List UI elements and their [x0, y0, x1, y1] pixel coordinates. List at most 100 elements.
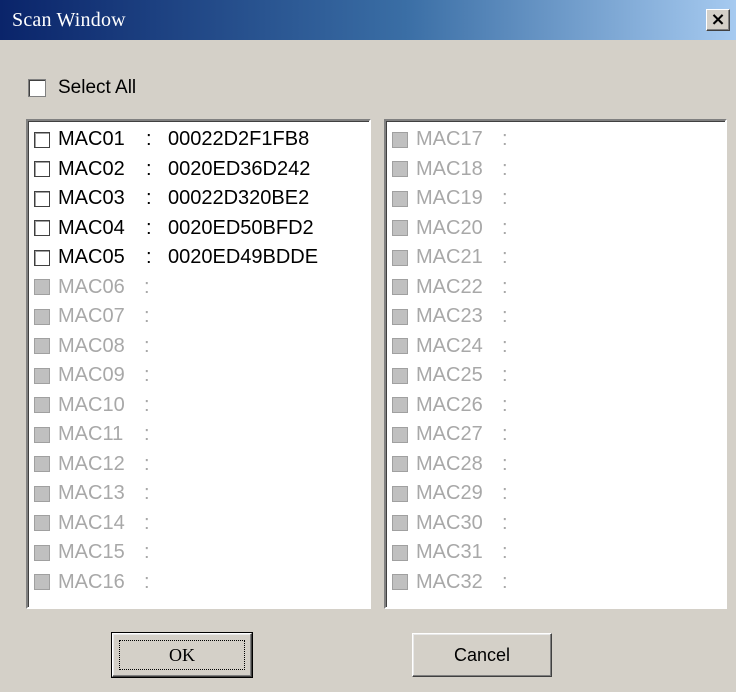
mac-checkbox[interactable] — [34, 161, 50, 178]
mac-separator: : — [502, 334, 508, 357]
mac-list-item: MAC30: — [392, 509, 721, 539]
mac-label: MAC10 — [58, 393, 125, 416]
mac-label: MAC23 — [416, 305, 483, 328]
mac-list-item[interactable]: MAC03:00022D320BE2 — [34, 184, 365, 214]
mac-separator: : — [502, 541, 508, 564]
mac-label: MAC03 — [58, 187, 125, 210]
mac-address-value: 0020ED36D242 — [168, 157, 311, 180]
mac-list-item: MAC08: — [34, 332, 365, 362]
mac-list-item: MAC23: — [392, 302, 721, 332]
select-all-label: Select All — [58, 77, 137, 98]
mac-list-item: MAC27: — [392, 420, 721, 450]
mac-list-item[interactable]: MAC02:0020ED36D242 — [34, 155, 365, 185]
mac-checkbox[interactable] — [34, 220, 50, 237]
mac-label: MAC21 — [416, 246, 483, 269]
mac-separator: : — [502, 216, 508, 239]
mac-separator: : — [144, 511, 150, 534]
mac-checkbox — [392, 456, 408, 473]
cancel-button[interactable]: Cancel — [412, 633, 552, 677]
close-icon: × — [710, 9, 726, 30]
mac-list-item: MAC14: — [34, 509, 365, 539]
mac-separator: : — [502, 423, 508, 446]
mac-checkbox[interactable] — [34, 190, 50, 207]
mac-checkbox — [392, 220, 408, 237]
mac-checkbox — [34, 308, 50, 325]
mac-label: MAC26 — [416, 393, 483, 416]
mac-checkbox — [34, 367, 50, 384]
mac-list-item: MAC32: — [392, 568, 721, 598]
mac-list-item: MAC21: — [392, 243, 721, 273]
mac-checkbox — [34, 279, 50, 296]
mac-list-item: MAC07: — [34, 302, 365, 332]
mac-checkbox — [392, 367, 408, 384]
mac-separator: : — [502, 482, 508, 505]
mac-list-item: MAC31: — [392, 538, 721, 568]
mac-list-item: MAC18: — [392, 155, 721, 185]
mac-list-right[interactable]: MAC17: MAC18: MAC19: MAC20: MAC21: MAC22: MAC2… — [384, 119, 727, 609]
mac-label: MAC24 — [416, 334, 483, 357]
mac-separator: : — [146, 216, 152, 239]
mac-checkbox — [392, 426, 408, 443]
mac-checkbox[interactable] — [34, 131, 50, 148]
mac-separator: : — [144, 541, 150, 564]
window-title: Scan Window — [12, 9, 126, 31]
mac-label: MAC01 — [58, 128, 125, 151]
mac-checkbox — [34, 338, 50, 355]
mac-checkbox — [392, 338, 408, 355]
mac-label: MAC30 — [416, 511, 483, 534]
mac-list-item: MAC16: — [34, 568, 365, 598]
mac-checkbox — [34, 397, 50, 414]
mac-label: MAC17 — [416, 128, 483, 151]
mac-checkbox — [392, 308, 408, 325]
focus-rectangle — [119, 640, 245, 670]
mac-list-item[interactable]: MAC05:0020ED49BDDE — [34, 243, 365, 273]
mac-separator: : — [502, 364, 508, 387]
mac-address-value: 0020ED50BFD2 — [168, 216, 314, 239]
mac-label: MAC27 — [416, 423, 483, 446]
mac-checkbox — [392, 131, 408, 148]
mac-list-left[interactable]: MAC01:00022D2F1FB8 MAC02:0020ED36D242 MAC0… — [26, 119, 371, 609]
mac-list-left-rows: MAC01:00022D2F1FB8 MAC02:0020ED36D242 MAC0… — [34, 125, 365, 597]
mac-checkbox — [34, 515, 50, 532]
mac-checkbox[interactable] — [34, 249, 50, 266]
mac-label: MAC13 — [58, 482, 125, 505]
select-all-checkbox[interactable] — [28, 79, 46, 97]
mac-list-item[interactable]: MAC04:0020ED50BFD2 — [34, 214, 365, 244]
mac-separator: : — [502, 128, 508, 151]
mac-list-item: MAC06: — [34, 273, 365, 303]
mac-separator: : — [144, 452, 150, 475]
mac-checkbox — [34, 544, 50, 561]
mac-separator: : — [502, 393, 508, 416]
mac-separator: : — [144, 393, 150, 416]
cancel-button-label: Cancel — [453, 644, 511, 665]
mac-address-value: 00022D2F1FB8 — [168, 128, 310, 151]
mac-address-value: 0020ED49BDDE — [168, 246, 319, 269]
mac-checkbox — [392, 249, 408, 266]
mac-label: MAC04 — [58, 216, 125, 239]
select-all-option[interactable]: Select All — [28, 76, 136, 100]
mac-list-item: MAC17: — [392, 125, 721, 155]
mac-label: MAC05 — [58, 246, 125, 269]
mac-checkbox — [392, 485, 408, 502]
mac-label: MAC22 — [416, 275, 483, 298]
mac-separator: : — [502, 511, 508, 534]
mac-list-item: MAC26: — [392, 391, 721, 421]
mac-separator: : — [502, 187, 508, 210]
title-bar[interactable]: Scan Window × — [0, 0, 736, 40]
mac-checkbox — [392, 574, 408, 591]
mac-list-item[interactable]: MAC01:00022D2F1FB8 — [34, 125, 365, 155]
mac-label: MAC12 — [58, 452, 125, 475]
mac-separator: : — [502, 275, 508, 298]
mac-list-item: MAC11: — [34, 420, 365, 450]
mac-list-item: MAC10: — [34, 391, 365, 421]
close-button[interactable]: × — [706, 9, 730, 31]
mac-label: MAC14 — [58, 511, 125, 534]
mac-label: MAC15 — [58, 541, 125, 564]
mac-separator: : — [144, 334, 150, 357]
mac-separator: : — [502, 452, 508, 475]
mac-separator: : — [502, 246, 508, 269]
mac-label: MAC18 — [416, 157, 483, 180]
mac-label: MAC25 — [416, 364, 483, 387]
ok-button[interactable]: OK — [111, 632, 253, 678]
mac-label: MAC11 — [58, 423, 124, 446]
